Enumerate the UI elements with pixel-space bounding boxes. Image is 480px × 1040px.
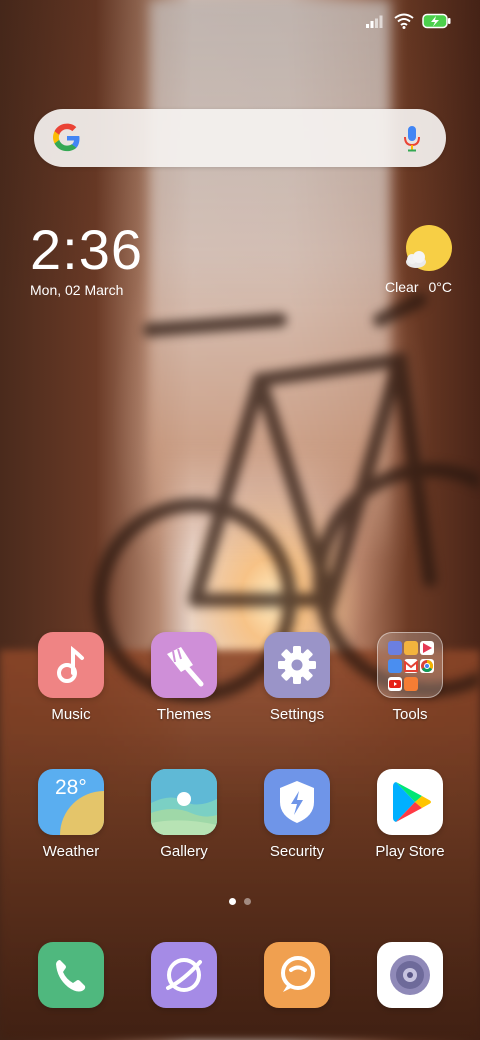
- screen-recorder-icon: [404, 677, 418, 691]
- folder-icon: [377, 632, 443, 698]
- play-store-icon: [377, 769, 443, 835]
- app-security[interactable]: Security: [247, 769, 347, 860]
- status-bar: [366, 10, 452, 32]
- weather-widget[interactable]: Clear 0°C: [352, 224, 452, 304]
- sunny-cloud-icon: [406, 225, 452, 271]
- microphone-icon[interactable]: [402, 124, 422, 154]
- app-play-store[interactable]: Play Store: [360, 769, 460, 860]
- app-music[interactable]: Music: [21, 632, 121, 723]
- weather-summary: Clear 0°C: [385, 279, 452, 295]
- phone-icon: [38, 942, 104, 1008]
- signal-icon: [366, 15, 383, 28]
- dock-phone[interactable]: [21, 942, 121, 1008]
- gmail-icon: [404, 659, 418, 673]
- play-games-icon: [404, 641, 418, 655]
- app-label: Weather: [42, 843, 100, 860]
- app-label: Music: [51, 706, 91, 723]
- youtube-icon: [388, 677, 402, 691]
- app-settings[interactable]: Settings: [247, 632, 347, 723]
- browser-icon: [151, 942, 217, 1008]
- weather-condition: Clear: [385, 279, 419, 295]
- dock-camera[interactable]: [360, 942, 460, 1008]
- clock-widget[interactable]: 2:36 Mon, 02 March: [30, 218, 143, 299]
- dock-messaging[interactable]: [247, 942, 347, 1008]
- clock-date: Mon, 02 March: [30, 282, 124, 298]
- gear-icon: [264, 632, 330, 698]
- app-label: Themes: [156, 706, 212, 723]
- app-label: Play Store: [375, 843, 445, 860]
- camera-icon: [377, 942, 443, 1008]
- google-search-bar[interactable]: [34, 109, 446, 167]
- app-weather[interactable]: 28° Weather: [21, 769, 121, 860]
- dock-browser[interactable]: [134, 942, 234, 1008]
- file-manager-icon: [388, 641, 402, 655]
- message-icon: [264, 942, 330, 1008]
- app-themes[interactable]: Themes: [134, 632, 234, 723]
- weather-icon: 28°: [38, 769, 104, 835]
- paintbrush-icon: [151, 632, 217, 698]
- app-label: Gallery: [160, 843, 208, 860]
- app-label: Tools: [392, 706, 428, 723]
- wifi-icon: [394, 13, 414, 29]
- battery-charging-icon: [422, 13, 451, 29]
- app-gallery[interactable]: Gallery: [134, 769, 234, 860]
- google-g-icon: [53, 123, 80, 152]
- page-dot[interactable]: [244, 898, 251, 905]
- gallery-icon: [151, 769, 217, 835]
- weather-temperature: 0°C: [428, 279, 453, 295]
- play-movies-icon: [420, 641, 434, 655]
- app-label: Security: [269, 843, 325, 860]
- page-indicator[interactable]: [0, 898, 480, 905]
- page-dot-active[interactable]: [229, 898, 236, 905]
- weather-app-temp: 28°: [55, 776, 87, 799]
- shield-icon: [264, 769, 330, 835]
- chrome-icon: [420, 659, 434, 673]
- app-label: Settings: [269, 706, 325, 723]
- app-folder-tools[interactable]: Tools: [360, 632, 460, 723]
- clock-time: 2:36: [30, 218, 143, 281]
- music-note-icon: [38, 632, 104, 698]
- contacts-icon: [388, 659, 402, 673]
